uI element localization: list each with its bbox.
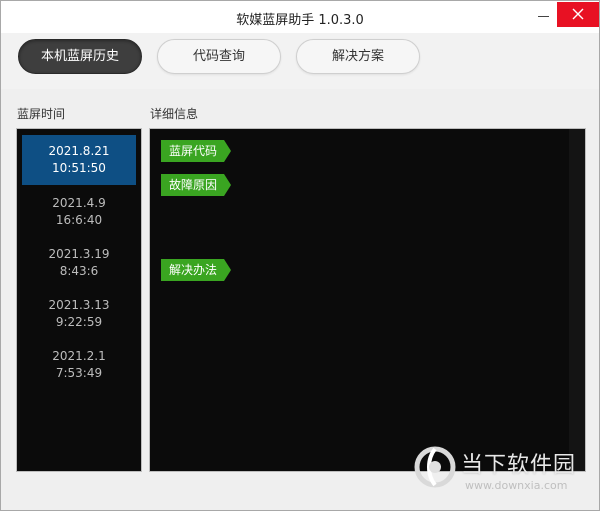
tab-bar: 本机蓝屏历史 代码查询 解决方案 bbox=[1, 33, 599, 89]
list-item[interactable]: 2021.4.9 16:6:40 bbox=[22, 187, 136, 237]
item-date: 2021.2.1 bbox=[52, 349, 106, 363]
minimize-button[interactable] bbox=[534, 7, 554, 23]
tab-solutions[interactable]: 解决方案 bbox=[296, 39, 420, 74]
tab-local-history[interactable]: 本机蓝屏历史 bbox=[18, 39, 142, 74]
watermark: 当下软件园 www.downxia.com bbox=[413, 441, 593, 501]
list-item[interactable]: 2021.2.1 7:53:49 bbox=[22, 340, 136, 390]
item-time: 10:51:50 bbox=[52, 161, 106, 175]
item-time: 9:22:59 bbox=[55, 315, 103, 329]
tag-bsod-code: 蓝屏代码 bbox=[161, 140, 231, 162]
tag-fault-cause: 故障原因 bbox=[161, 174, 231, 196]
list-item[interactable]: 2021.3.13 9:22:59 bbox=[22, 289, 136, 339]
watermark-text: 当下软件园 bbox=[461, 453, 577, 478]
item-date: 2021.3.13 bbox=[48, 298, 110, 312]
close-icon bbox=[572, 8, 584, 20]
item-date: 2021.8.21 bbox=[48, 144, 110, 158]
tab-code-lookup[interactable]: 代码查询 bbox=[157, 39, 281, 74]
details-scrollbar[interactable] bbox=[569, 129, 585, 471]
title-bar: 软媒蓝屏助手 1.0.3.0 bbox=[1, 1, 599, 33]
app-window: 软媒蓝屏助手 1.0.3.0 本机蓝屏历史 代码查询 解决方案 蓝屏时间 详细信… bbox=[0, 0, 600, 511]
list-item[interactable]: 2021.8.21 10:51:50 bbox=[22, 135, 136, 185]
item-date: 2021.3.19 bbox=[48, 247, 110, 261]
details-label: 详细信息 bbox=[150, 107, 199, 121]
item-time: 7:53:49 bbox=[55, 366, 103, 380]
window-title: 软媒蓝屏助手 1.0.3.0 bbox=[236, 13, 364, 28]
watermark-url: www.downxia.com bbox=[465, 479, 568, 492]
details-panel: 蓝屏代码 故障原因 解决办法 bbox=[149, 128, 586, 472]
list-item[interactable]: 2021.3.19 8:43:6 bbox=[22, 238, 136, 288]
item-time: 16:6:40 bbox=[55, 213, 103, 227]
history-label: 蓝屏时间 bbox=[17, 107, 66, 121]
tag-solution: 解决办法 bbox=[161, 259, 231, 281]
watermark-logo-icon bbox=[414, 446, 456, 488]
history-list[interactable]: 2021.8.21 10:51:50 2021.4.9 16:6:40 2021… bbox=[16, 128, 142, 472]
item-time: 8:43:6 bbox=[59, 264, 99, 278]
item-date: 2021.4.9 bbox=[52, 196, 106, 210]
close-button[interactable] bbox=[557, 2, 599, 27]
